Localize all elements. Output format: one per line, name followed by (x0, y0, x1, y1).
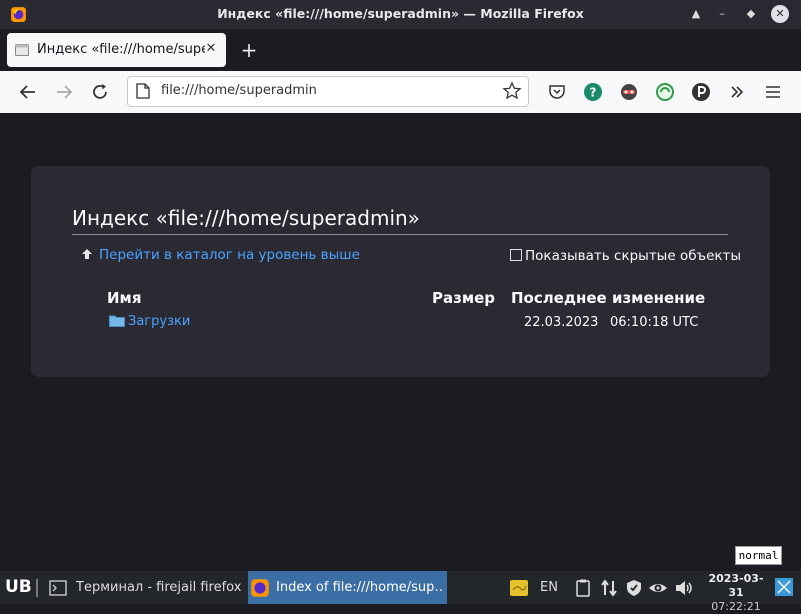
tab-label: Индекс «file:///home/supera (37, 42, 205, 57)
volume-icon[interactable] (674, 578, 694, 598)
entry-time: 06:10:18 UTC (610, 315, 699, 330)
terminal-icon (49, 580, 67, 596)
table-row[interactable]: Загрузки (109, 314, 190, 329)
taskbar-item-label: Терминал - firejail firefox (76, 580, 241, 595)
minimize-up-icon[interactable]: ▲ (687, 5, 705, 23)
column-header-modified[interactable]: Последнее изменение (511, 289, 705, 307)
taskbar-separator (36, 579, 38, 597)
hamburger-menu-icon[interactable] (763, 82, 783, 102)
window-title: Индекс «file:///home/superadmin» — Mozil… (217, 6, 584, 21)
forward-arrow-icon[interactable] (52, 80, 76, 104)
eye-icon[interactable] (648, 578, 668, 598)
back-arrow-icon[interactable] (16, 80, 40, 104)
clock-time: 07:22:21 (711, 600, 761, 613)
clipboard-icon[interactable] (573, 578, 593, 598)
overflow-chevron-icon[interactable] (727, 82, 747, 102)
entry-name-link[interactable]: Загрузки (128, 314, 190, 329)
notes-icon[interactable] (509, 578, 529, 598)
tab-strip: Индекс «file:///home/supera ✕ + (0, 29, 801, 71)
folder-icon (109, 315, 125, 327)
page-content: Индекс «file:///home/superadmin» Перейти… (0, 113, 801, 571)
tab-close-button[interactable]: ✕ (204, 42, 218, 56)
minimize-button[interactable]: – (713, 5, 731, 23)
navigation-bar: file:///home/superadmin ? (0, 71, 801, 114)
url-text[interactable]: file:///home/superadmin (161, 83, 317, 98)
incognito-extension-icon[interactable] (619, 82, 639, 102)
taskbar-item-firefox[interactable]: Index of file:///home/sup… (248, 571, 447, 604)
document-icon (15, 44, 29, 56)
taskbar-item-label: Index of file:///home/sup… (276, 580, 444, 595)
bookmark-star-icon[interactable] (502, 81, 522, 101)
mode-badge: normal (735, 546, 782, 565)
page-icon (136, 83, 150, 99)
column-header-size[interactable]: Размер (432, 289, 495, 307)
up-arrow-icon (82, 249, 92, 259)
close-window-button[interactable]: ✕ (771, 5, 789, 23)
entry-date: 22.03.2023 (524, 315, 599, 330)
show-desktop-icon[interactable] (774, 577, 794, 597)
taskbar-item-terminal[interactable]: Терминал - firejail firefox (44, 571, 244, 604)
help-extension-icon[interactable]: ? (583, 82, 603, 102)
p-extension-icon[interactable] (691, 82, 711, 102)
sync-extension-icon[interactable] (655, 82, 675, 102)
maximize-button[interactable]: ◆ (742, 5, 760, 23)
clock[interactable]: 2023-03-31 07:22:21 (703, 572, 769, 614)
keyboard-layout-indicator[interactable]: EN (540, 580, 558, 595)
directory-listing-card: Индекс «file:///home/superadmin» Перейти… (31, 166, 770, 377)
page-title: Индекс «file:///home/superadmin» (72, 206, 728, 235)
reload-icon[interactable] (88, 80, 112, 104)
parent-directory-label[interactable]: Перейти в каталог на уровень выше (99, 247, 360, 263)
start-menu-logo[interactable]: UB (5, 577, 32, 597)
svg-text:?: ? (590, 86, 597, 100)
firefox-icon (251, 579, 269, 597)
url-bar[interactable]: file:///home/superadmin (127, 76, 529, 107)
parent-directory-link[interactable]: Перейти в каталог на уровень выше (81, 247, 360, 263)
tab-active[interactable]: Индекс «file:///home/supera ✕ (7, 33, 226, 67)
shield-icon[interactable] (624, 578, 644, 598)
show-hidden-label[interactable]: Показывать скрытые объекты (525, 248, 741, 264)
new-tab-button[interactable]: + (238, 39, 260, 61)
pocket-icon[interactable] (547, 82, 567, 102)
window-titlebar: Индекс «file:///home/superadmin» — Mozil… (0, 0, 801, 29)
show-hidden-toggle[interactable]: Показывать скрытые объекты (510, 248, 741, 264)
taskbar: UB Терминал - firejail firefox Index of … (0, 571, 801, 613)
column-header-name[interactable]: Имя (107, 289, 141, 307)
network-transfer-icon[interactable] (599, 578, 619, 598)
clock-date: 2023-03-31 (708, 572, 764, 599)
show-hidden-checkbox[interactable] (510, 249, 522, 261)
